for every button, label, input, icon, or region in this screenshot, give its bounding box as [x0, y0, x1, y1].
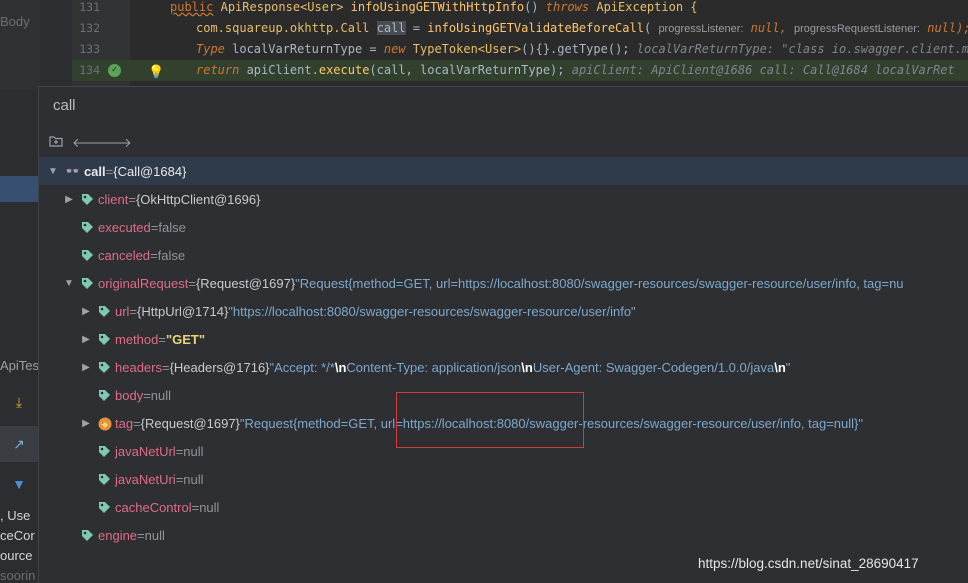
debug-value-popup[interactable]: call 🡐 🡒 ▼ 👓 call = {Call@1684} ▶ client…	[38, 86, 968, 583]
watch-glasses-icon: 👓	[65, 164, 80, 178]
tree-row-java-net-url[interactable]: ▶ javaNetUrl = null	[39, 437, 968, 465]
panel-item-apitest[interactable]: ApiTes	[0, 358, 39, 373]
field-tag-icon	[98, 473, 111, 486]
tree-row-tag[interactable]: ▶ tag = {Request@1697} "Request{method=G…	[39, 409, 968, 437]
code-text: public ApiResponse<User> infoUsingGETWit…	[170, 0, 698, 14]
tree-row-cache-control[interactable]: ▶ cacheControl = null	[39, 493, 968, 521]
line-number: 134	[79, 63, 100, 77]
chevron-right-icon[interactable]: ▶	[80, 306, 92, 317]
chevron-right-icon[interactable]: ▶	[63, 194, 75, 205]
chevron-down-icon[interactable]: ▼	[47, 166, 59, 177]
arrow-up-right-icon[interactable]: ↗	[0, 426, 38, 462]
panel-item-cecor[interactable]: ceCor	[0, 528, 35, 543]
forward-arrow-icon[interactable]: 🡒	[97, 134, 132, 152]
field-tag-icon	[98, 305, 111, 318]
panel-item-body[interactable]: Body	[0, 14, 30, 29]
field-tag-icon	[81, 529, 94, 542]
chevron-right-icon[interactable]: ▶	[80, 362, 92, 373]
back-arrow-icon[interactable]: 🡐	[72, 134, 107, 152]
field-tag-icon	[98, 389, 111, 402]
panel-item-sourcing[interactable]: soorin	[0, 568, 35, 583]
field-tag-icon	[98, 333, 111, 346]
panel-selected-row	[0, 176, 40, 202]
filter-icon[interactable]: ▼	[0, 466, 38, 502]
field-tag-icon	[81, 221, 94, 234]
tree-row-method[interactable]: ▶ method = "GET"	[39, 325, 968, 353]
tree-row-canceled[interactable]: ▶ canceled = false	[39, 241, 968, 269]
lightbulb-icon[interactable]: 💡	[148, 62, 164, 83]
tree-row-original-request[interactable]: ▼ originalRequest = {Request@1697} "Requ…	[39, 269, 968, 297]
variable-tree[interactable]: ▼ 👓 call = {Call@1684} ▶ client = {OkHtt…	[39, 157, 968, 583]
tree-row-client[interactable]: ▶ client = {OkHttpClient@1696}	[39, 185, 968, 213]
code-text: return apiClient.execute(call, localVarR…	[196, 63, 955, 77]
line-number: 133	[79, 42, 100, 56]
tree-row-java-net-uri[interactable]: ▶ javaNetUri = null	[39, 465, 968, 493]
code-text: Type localVarReturnType = new TypeToken<…	[196, 42, 968, 56]
code-line-133[interactable]: 133 Type localVarReturnType = new TypeTo…	[72, 39, 968, 60]
code-line-132[interactable]: 132 com.squareup.okhttp.Call call = info…	[72, 18, 968, 39]
line-number: 131	[79, 0, 100, 14]
code-editor[interactable]: 131 public ApiResponse<User> infoUsingGE…	[72, 0, 968, 86]
field-tag-icon	[81, 193, 94, 206]
tree-row-url[interactable]: ▶ url = {HttpUrl@1714} "https://localhos…	[39, 297, 968, 325]
panel-item-user[interactable]: , Use	[0, 508, 30, 523]
chevron-right-icon[interactable]: ▶	[80, 418, 92, 429]
tree-row-engine[interactable]: ▶ engine = null	[39, 521, 968, 549]
chevron-down-icon[interactable]: ▼	[63, 278, 75, 289]
watch-tag-icon	[98, 417, 112, 430]
field-tag-icon	[98, 361, 111, 374]
code-line-134-current[interactable]: 134 ✓ 💡 return apiClient.execute(call, l…	[72, 60, 968, 81]
field-tag-icon	[81, 277, 94, 290]
panel-item-source[interactable]: ource	[0, 548, 33, 563]
execution-point-icon[interactable]: ✓	[108, 64, 121, 77]
blog-watermark: https://blog.csdn.net/sinat_28690417	[698, 556, 919, 571]
field-tag-icon	[98, 445, 111, 458]
code-line-131[interactable]: 131 public ApiResponse<User> infoUsingGE…	[72, 0, 968, 18]
arrow-down-icon[interactable]: ⤓	[0, 384, 38, 420]
code-text: com.squareup.okhttp.Call call = infoUsin…	[196, 21, 968, 35]
chevron-right-icon[interactable]: ▶	[80, 334, 92, 345]
tree-row-headers[interactable]: ▶ headers = {Headers@1716} "Accept: */* \…	[39, 353, 968, 381]
field-tag-icon	[98, 501, 111, 514]
popup-title: call	[53, 97, 76, 114]
folder-icon[interactable]	[47, 134, 65, 152]
line-number: 132	[79, 21, 100, 35]
tree-row-body[interactable]: ▶ body = null	[39, 381, 968, 409]
tree-row-call[interactable]: ▼ 👓 call = {Call@1684}	[39, 157, 968, 185]
field-tag-icon	[81, 249, 94, 262]
tree-row-executed[interactable]: ▶ executed = false	[39, 213, 968, 241]
